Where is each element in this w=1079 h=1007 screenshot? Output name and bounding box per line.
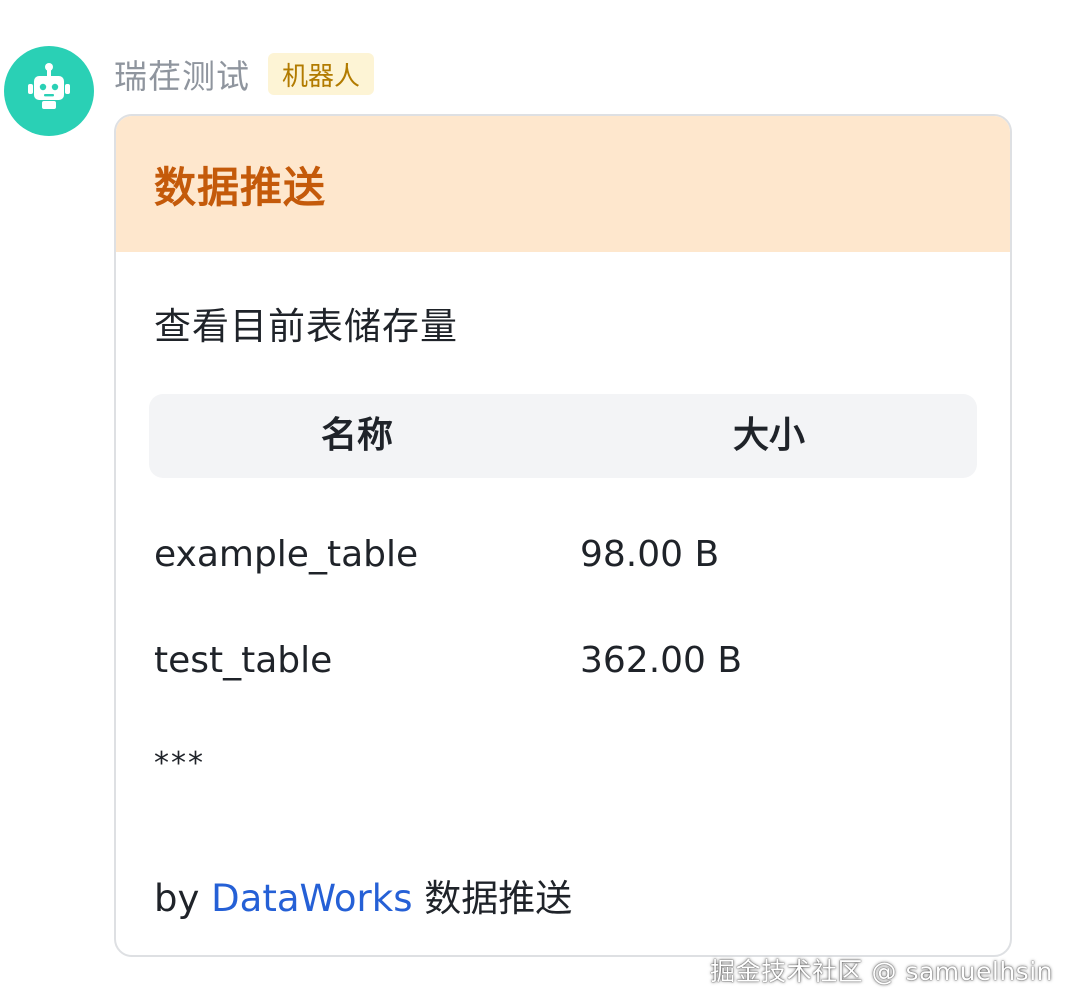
watermark: 掘金技术社区 @ samuelhsin	[710, 957, 1053, 986]
card-header: 数据推送	[116, 116, 1010, 252]
robot-icon	[28, 63, 70, 109]
table-row: example_table 98.00 B	[154, 534, 974, 594]
column-header-size: 大小	[732, 415, 805, 456]
bot-tag: 机器人	[268, 53, 375, 95]
separator-text: ***	[154, 746, 205, 781]
card-footer: by DataWorks 数据推送	[154, 868, 572, 922]
table-cell-size: 98.00 B	[580, 534, 720, 575]
table-header: 名称 大小	[149, 394, 977, 478]
footer-suffix: 数据推送	[424, 877, 573, 920]
message-card: 数据推送 查看目前表储存量 名称 大小 example_table 98.00 …	[114, 114, 1012, 957]
column-header-name: 名称	[320, 415, 393, 456]
footer-prefix: by	[154, 877, 200, 920]
message-sender: 瑞荏测试 机器人	[114, 50, 375, 98]
card-title: 数据推送	[154, 162, 327, 212]
table-row: test_table 362.00 B	[154, 640, 974, 700]
bot-avatar[interactable]	[4, 46, 94, 136]
table-cell-name: test_table	[154, 640, 333, 681]
dataworks-link[interactable]: DataWorks	[211, 877, 412, 920]
sender-name[interactable]: 瑞荏测试	[114, 50, 250, 98]
card-subtitle: 查看目前表储存量	[154, 305, 458, 348]
table-cell-size: 362.00 B	[580, 640, 743, 681]
table-cell-name: example_table	[154, 534, 419, 575]
